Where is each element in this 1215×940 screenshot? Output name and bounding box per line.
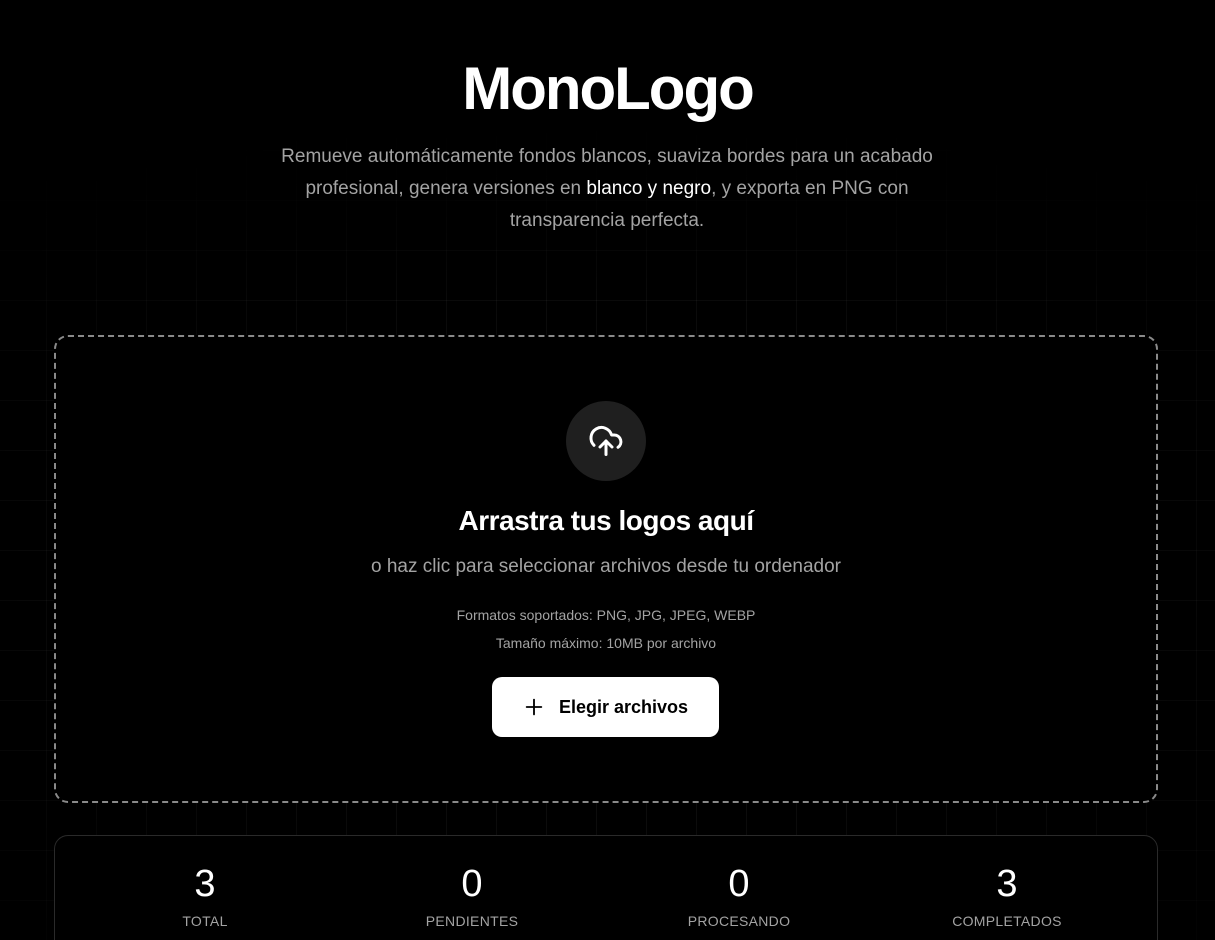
dropzone-title: Arrastra tus logos aquí (458, 505, 754, 536)
stat-label: PROCESANDO (687, 913, 791, 929)
app-title: MonoLogo (462, 55, 755, 122)
stat-value: 0 (728, 863, 750, 905)
app-page: MonoLogo Remueve automáticamente fondos … (0, 0, 1215, 940)
cloud-upload-icon (566, 401, 646, 481)
plus-icon (523, 696, 545, 718)
file-dropzone[interactable]: Arrastra tus logos aquí o haz clic para … (54, 335, 1158, 803)
choose-files-label: Elegir archivos (558, 696, 689, 717)
dropzone-subtitle: o haz clic para seleccionar archivos des… (371, 556, 841, 577)
stat-label: PENDIENTES (425, 913, 519, 929)
description-highlight: blanco y negro (586, 178, 712, 199)
max-file-size: Tamaño máximo: 10MB por archivo (495, 635, 717, 651)
stat-value: 3 (194, 863, 216, 905)
choose-files-button[interactable]: Elegir archivos (492, 677, 719, 737)
supported-formats: Formatos soportados: PNG, JPG, JPEG, WEB… (456, 607, 756, 623)
stat-label: TOTAL (182, 913, 228, 929)
stats-panel: 3 TOTAL 0 PENDIENTES 0 PROCESANDO 3 COMP… (54, 835, 1158, 940)
stat-value: 0 (461, 863, 483, 905)
stat-label: COMPLETADOS (952, 913, 1062, 929)
stat-value: 3 (996, 863, 1018, 905)
app-description: Remueve automáticamente fondos blancos, … (247, 141, 967, 237)
